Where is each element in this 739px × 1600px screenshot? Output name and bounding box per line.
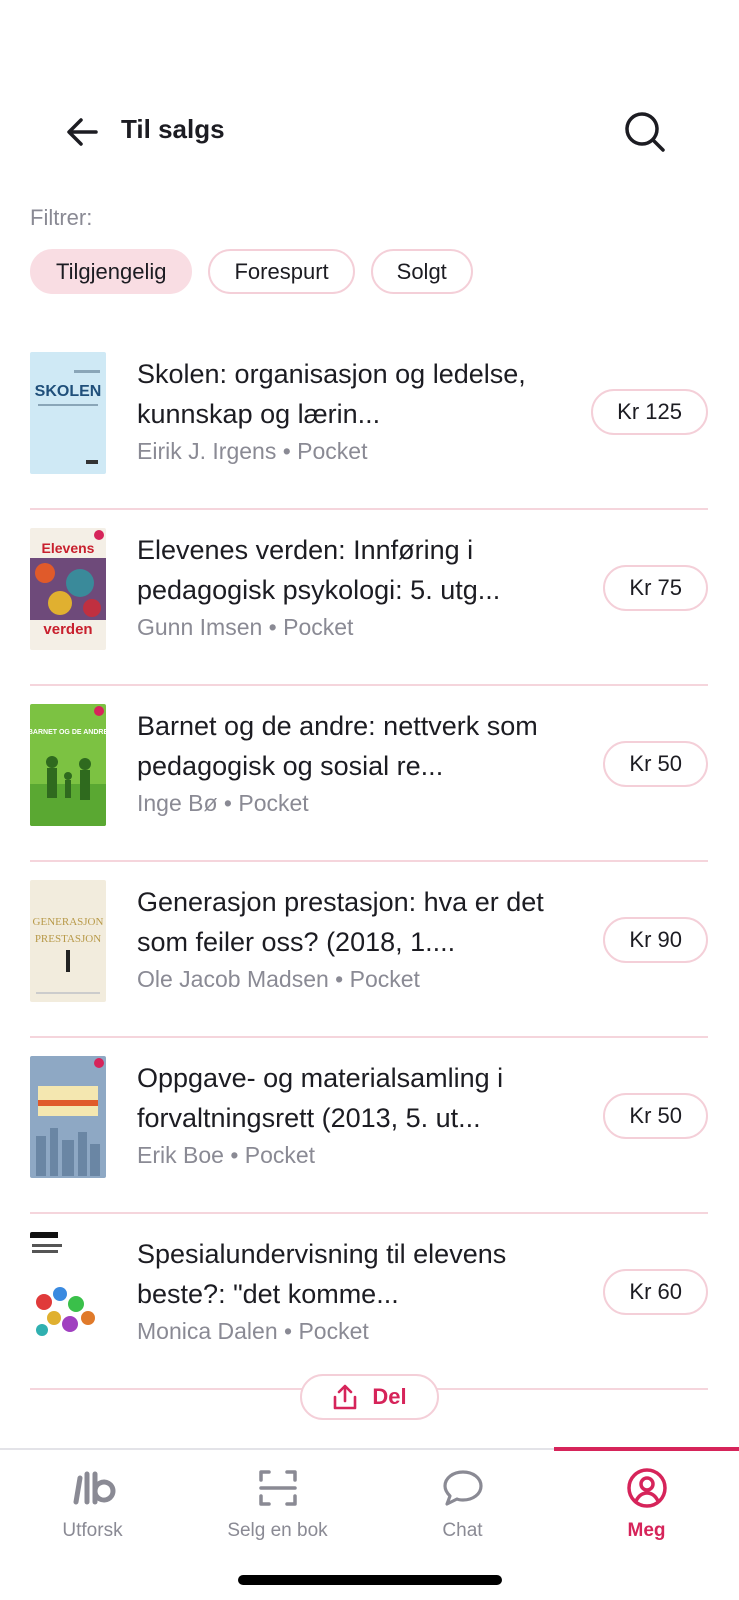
book-meta: Inge Bø • Pocket	[137, 790, 309, 816]
scan-icon	[258, 1470, 297, 1506]
back-button[interactable]	[62, 112, 102, 152]
book-title: Oppgave- og materialsamling i forvaltnin…	[137, 1063, 504, 1133]
book-cover: BARNET OG DE ANDRE	[30, 704, 106, 826]
tab-label: Meg	[627, 1520, 666, 1541]
book-cover: Elevens verden	[30, 528, 106, 650]
price-badge: Kr 75	[603, 565, 708, 611]
book-title: Elevenes verden: Innføring i pedagogisk …	[137, 535, 501, 605]
svg-text:verden: verden	[43, 621, 92, 638]
book-meta: Gunn Imsen • Pocket	[137, 614, 354, 640]
filter-label: Filtrer:	[30, 205, 93, 230]
lb-logo-icon	[73, 1471, 115, 1505]
home-indicator	[238, 1575, 502, 1585]
book-row[interactable]: SKOLEN Skolen: organisasjon og ledelse, …	[30, 334, 708, 510]
svg-text:PRESTASJON: PRESTASJON	[35, 933, 101, 945]
price-badge: Kr 60	[603, 1269, 708, 1315]
tab-label: Selg en bok	[227, 1520, 328, 1541]
book-row[interactable]: Oppgave- og materialsamling i forvaltnin…	[30, 1038, 708, 1214]
filter-chips: Tilgjengelig Forespurt Solgt	[30, 249, 473, 294]
filter-chip-solgt[interactable]: Solgt	[370, 249, 473, 294]
tab-utforsk[interactable]: Utforsk	[0, 1450, 185, 1560]
book-row[interactable]: Elevens verden Elevenes verden: Innførin…	[30, 510, 708, 686]
book-cover	[30, 1232, 106, 1354]
header: Til salgs	[0, 100, 739, 164]
share-button[interactable]: Del	[300, 1374, 439, 1420]
book-meta: Ole Jacob Madsen • Pocket	[137, 966, 420, 992]
book-title: Spesialundervisning til elevens beste?: …	[137, 1239, 507, 1309]
search-icon	[625, 112, 665, 152]
user-circle-icon	[626, 1468, 667, 1508]
tab-label: Chat	[442, 1520, 483, 1541]
search-button[interactable]	[621, 108, 669, 156]
svg-text:GENERASJON: GENERASJON	[33, 916, 104, 928]
price-badge: Kr 50	[603, 1093, 708, 1139]
share-label: Del	[372, 1384, 407, 1409]
tab-selg-en-bok[interactable]: Selg en bok	[185, 1450, 370, 1560]
chat-bubble-icon	[442, 1470, 483, 1506]
tab-chat[interactable]: Chat	[370, 1450, 555, 1560]
tab-label: Utforsk	[62, 1520, 123, 1541]
book-cover: SKOLEN	[30, 352, 106, 474]
share-icon	[334, 1384, 357, 1410]
page-title: Til salgs	[121, 114, 225, 144]
arrow-left-icon	[67, 118, 98, 146]
book-row[interactable]: BARNET OG DE ANDRE Barnet og de andre: n…	[30, 686, 708, 862]
filter-chip-forespurt[interactable]: Forespurt	[208, 249, 355, 294]
book-cover: GENERASJON PRESTASJON	[30, 880, 106, 1002]
svg-text:BARNET OG DE ANDRE: BARNET OG DE ANDRE	[30, 729, 106, 736]
book-list: SKOLEN Skolen: organisasjon og ledelse, …	[30, 334, 708, 1390]
book-title: Barnet og de andre: nettverk som pedagog…	[137, 711, 538, 781]
book-row[interactable]: Spesialundervisning til elevens beste?: …	[30, 1214, 708, 1390]
book-meta: Eirik J. Irgens • Pocket	[137, 438, 368, 464]
svg-text:Elevens: Elevens	[42, 540, 95, 556]
book-title: Skolen: organisasjon og ledelse, kunnska…	[137, 359, 526, 429]
book-meta: Monica Dalen • Pocket	[137, 1318, 369, 1344]
cover-title: SKOLEN	[35, 383, 102, 400]
price-badge: Kr 125	[591, 389, 708, 435]
tab-meg[interactable]: Meg	[554, 1447, 739, 1560]
book-title: Generasjon prestasjon: hva er det som fe…	[137, 887, 544, 957]
price-badge: Kr 50	[603, 741, 708, 787]
price-badge: Kr 90	[603, 917, 708, 963]
filter-chip-tilgjengelig[interactable]: Tilgjengelig	[30, 249, 193, 294]
book-meta: Erik Boe • Pocket	[137, 1142, 316, 1168]
book-row[interactable]: GENERASJON PRESTASJON Generasjon prestas…	[30, 862, 708, 1038]
book-cover	[30, 1056, 106, 1178]
